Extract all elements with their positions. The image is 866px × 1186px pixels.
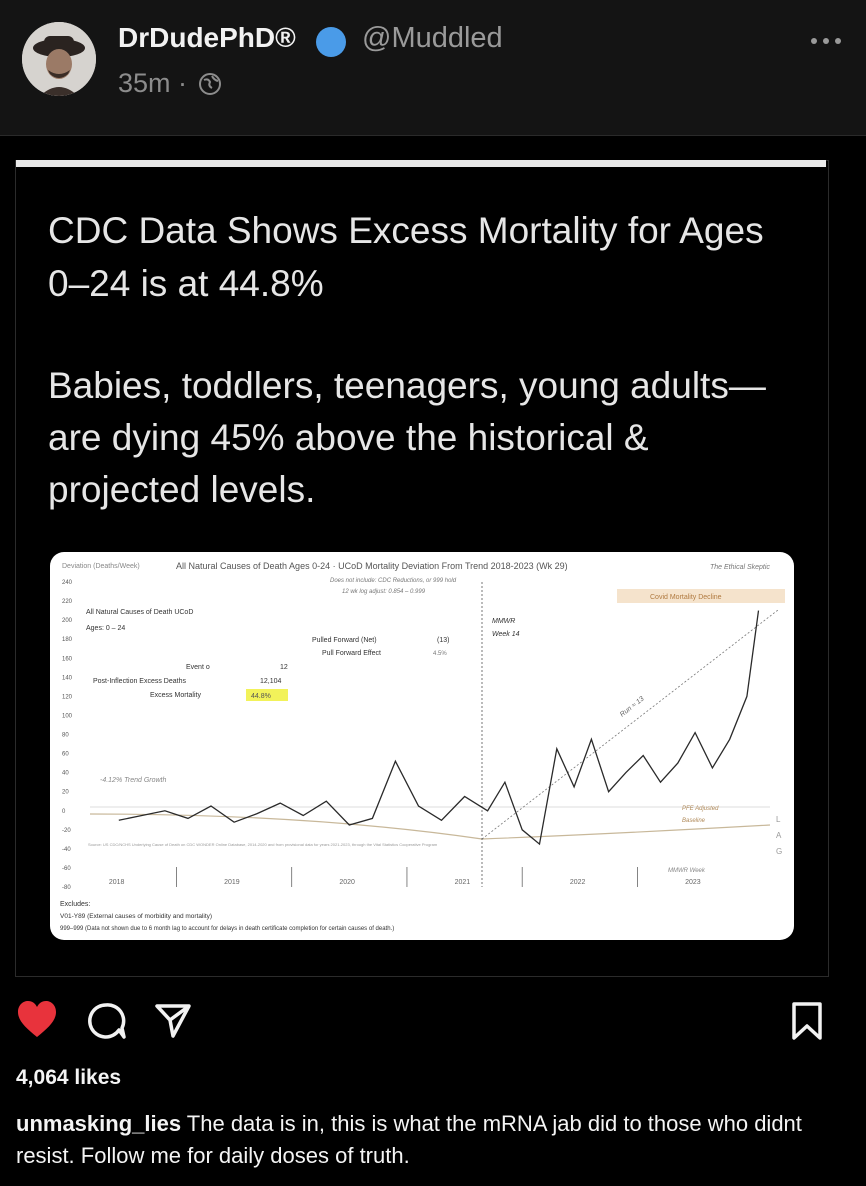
chart-title: All Natural Causes of Death Ages 0-24 · … [176, 561, 568, 571]
y-tick-label: 100 [62, 713, 73, 719]
covid-decline-label: Covid Mortality Decline [650, 594, 722, 601]
mmwr-label: MMWR [492, 618, 515, 625]
excludes-1: V01-Y89 (External causes of morbidity an… [60, 913, 212, 920]
watermark: The Ethical Skeptic [710, 564, 770, 571]
x-tick-label: 2018 [109, 879, 125, 886]
side-letter-l: L [776, 815, 781, 824]
mmwr-week-label: MMWR Week [668, 868, 706, 874]
y-tick-label: 80 [62, 733, 69, 739]
pull-forward-effect: Pull Forward Effect [322, 650, 381, 657]
y-tick-label: 120 [62, 694, 73, 700]
pfe-label: PFE Adjusted [682, 806, 719, 812]
trend-growth-label: -4.12% Trend Growth [100, 777, 167, 784]
caption: unmasking_lies The data is in, this is w… [16, 1108, 846, 1172]
y-tick-label: 200 [62, 618, 73, 624]
bookmark-icon[interactable] [790, 1001, 824, 1046]
handle[interactable]: @Muddled [362, 22, 503, 55]
y-tick-label: 140 [62, 675, 73, 681]
pulled-forward-net: Pulled Forward (Net) [312, 637, 377, 644]
baseline-label: Baseline [682, 818, 706, 824]
run-label: Run ≈ 13 [619, 696, 646, 719]
globe-icon [198, 72, 222, 96]
chart-note-2: 12 wk log adjust: 0.854 – 0.999 [342, 589, 426, 595]
run-trend-line [481, 609, 779, 840]
x-tick-label: 2022 [570, 879, 586, 886]
post-inflection-label: Post-Inflection Excess Deaths [93, 678, 186, 685]
comment-icon[interactable] [86, 1001, 128, 1046]
caption-user[interactable]: unmasking_lies [16, 1111, 181, 1136]
pull-pct: 4.5% [433, 651, 447, 657]
side-letter-a: A [776, 831, 782, 840]
excess-label: Excess Mortality [150, 692, 201, 699]
y-tick-label: 40 [62, 771, 69, 777]
y-tick-label: 220 [62, 599, 73, 605]
y-tick-label: -80 [62, 885, 71, 891]
x-tick-label: 2023 [685, 879, 701, 886]
x-tick-label: 2021 [455, 879, 471, 886]
label-causes: All Natural Causes of Death UCoD [86, 609, 193, 616]
event-label: Event o [186, 664, 210, 671]
image-headline: CDC Data Shows Excess Mortality for Ages… [48, 210, 764, 304]
avatar[interactable] [22, 22, 96, 96]
y-tick-label: 0 [62, 809, 66, 815]
y-tick-label: 60 [62, 752, 69, 758]
verified-badge-icon [315, 26, 347, 58]
mortality-series-line [118, 610, 760, 846]
excludes-2: 999–999 (Data not shown due to 6 month l… [60, 926, 394, 932]
post-inflection-value: 12,104 [260, 678, 282, 685]
likes-count[interactable]: 4,064 likes [16, 1066, 121, 1090]
x-tick-label: 2020 [339, 879, 355, 886]
x-tick-label: 2019 [224, 879, 240, 886]
action-bar [0, 995, 866, 1045]
y-tick-label: -20 [62, 828, 71, 834]
chart-note-1: Does not include: CDC Reductions, or 999… [330, 578, 457, 584]
week14-label: Week 14 [492, 631, 520, 638]
y-axis-label: Deviation (Deaths/Week) [62, 563, 140, 570]
post-time: 35m · [118, 68, 188, 98]
heart-icon[interactable] [16, 999, 58, 1044]
y-tick-label: -40 [62, 847, 71, 853]
username[interactable]: DrDudePhD® [118, 22, 296, 54]
image-top-bar [16, 160, 826, 167]
pulled-value: (13) [437, 637, 449, 644]
image-subheadline: Babies, toddlers, teenagers, young adult… [48, 365, 766, 510]
share-icon[interactable] [154, 1003, 192, 1044]
side-letter-g: G [776, 847, 782, 856]
y-tick-label: -60 [62, 866, 71, 872]
y-tick-label: 240 [62, 580, 73, 586]
more-icon[interactable] [806, 26, 846, 56]
excess-value: 44.8% [251, 693, 271, 700]
post-header: DrDudePhD® @Muddled 35m · [0, 0, 866, 136]
source-note: Source: US CDC/NCHS Underlying Cause of … [88, 842, 438, 847]
label-ages: Ages: 0 – 24 [86, 625, 125, 632]
chart-card: Deviation (Deaths/Week) All Natural Caus… [50, 552, 794, 940]
pfe-baseline-curve [89, 813, 771, 840]
mortality-chart: Deviation (Deaths/Week) All Natural Caus… [60, 561, 785, 932]
excludes-title: Excludes: [60, 901, 90, 908]
y-tick-label: 20 [62, 790, 69, 796]
y-tick-label: 180 [62, 637, 73, 643]
y-tick-label: 160 [62, 656, 73, 662]
event-value: 12 [280, 664, 288, 671]
